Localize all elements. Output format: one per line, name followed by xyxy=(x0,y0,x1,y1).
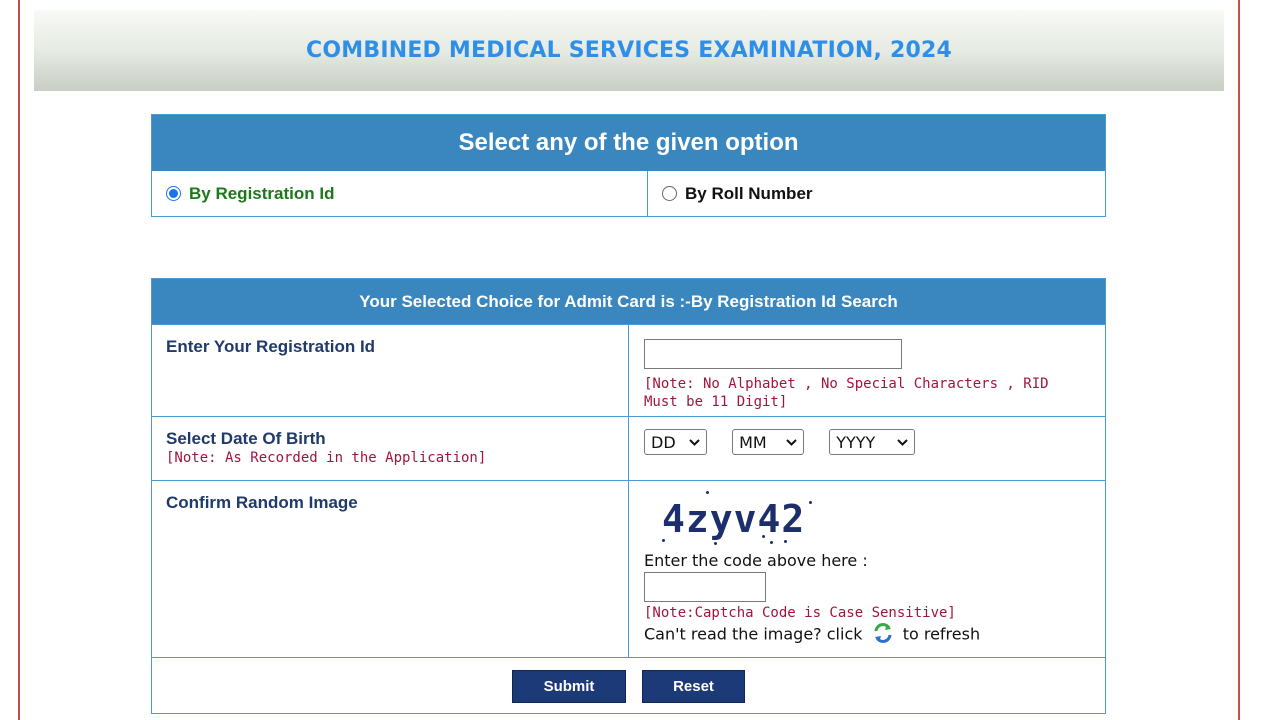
option-by-roll[interactable]: By Roll Number xyxy=(648,171,1105,216)
option-selector: Select any of the given option By Regist… xyxy=(151,114,1106,217)
captcha-image: 4zyv42 xyxy=(644,487,814,545)
submit-button[interactable]: Submit xyxy=(512,669,626,703)
captcha-prompt: Enter the code above here : xyxy=(644,551,868,570)
refresh-suffix: to refresh xyxy=(902,624,981,644)
frame-border-left xyxy=(18,0,20,720)
page-title: COMBINED MEDICAL SERVICES EXAMINATION, 2… xyxy=(306,38,952,63)
admit-card-form: Your Selected Choice for Admit Card is :… xyxy=(151,278,1106,714)
captcha-label-cell: Confirm Random Image xyxy=(152,481,629,657)
captcha-row: Confirm Random Image 4zyv42 Enter the co… xyxy=(152,481,1105,658)
dob-label-cell: Select Date Of Birth [Note: As Recorded … xyxy=(152,417,629,480)
chevron-down-icon xyxy=(689,436,700,449)
registration-row: Enter Your Registration Id [Note: No Alp… xyxy=(152,325,1105,417)
header-band: COMBINED MEDICAL SERVICES EXAMINATION, 2… xyxy=(34,10,1224,91)
refresh-line: Can't read the image? click to refresh xyxy=(644,622,1105,648)
dob-year-value: YYYY xyxy=(836,432,876,452)
captcha-cell: 4zyv42 Enter the code above here : [Note… xyxy=(629,481,1105,657)
registration-id-input[interactable] xyxy=(644,339,902,369)
option-row: By Registration Id By Roll Number xyxy=(152,171,1105,216)
chevron-down-icon xyxy=(897,436,908,449)
reset-button[interactable]: Reset xyxy=(642,669,745,703)
registration-input-cell: [Note: No Alphabet , No Special Characte… xyxy=(629,325,1105,416)
refresh-prefix: Can't read the image? click xyxy=(644,624,863,644)
captcha-note: [Note:Captcha Code is Case Sensitive] xyxy=(644,605,956,621)
captcha-input[interactable] xyxy=(644,572,766,602)
dob-label: Select Date Of Birth xyxy=(166,429,326,448)
dob-select-cell: DD MM YYYY xyxy=(629,417,1105,480)
dob-day-value: DD xyxy=(651,432,676,452)
dob-day-select[interactable]: DD xyxy=(644,429,707,455)
option-by-registration-label: By Registration Id xyxy=(189,183,335,203)
captcha-code: 4zyv42 xyxy=(662,497,806,541)
option-heading: Select any of the given option xyxy=(152,115,1105,171)
registration-note: [Note: No Alphabet , No Special Characte… xyxy=(644,376,1049,410)
option-by-roll-label: By Roll Number xyxy=(685,183,813,203)
dob-year-select[interactable]: YYYY xyxy=(829,429,916,455)
chevron-down-icon xyxy=(786,436,797,449)
dob-note: [Note: As Recorded in the Application] xyxy=(166,450,487,466)
dob-row: Select Date Of Birth [Note: As Recorded … xyxy=(152,417,1105,481)
captcha-label: Confirm Random Image xyxy=(166,493,358,512)
form-heading: Your Selected Choice for Admit Card is :… xyxy=(152,279,1105,325)
dob-month-value: MM xyxy=(739,432,767,452)
actions-row: Submit Reset xyxy=(152,658,1105,714)
option-by-registration[interactable]: By Registration Id xyxy=(152,171,648,216)
registration-label: Enter Your Registration Id xyxy=(166,337,376,356)
radio-by-registration[interactable] xyxy=(166,186,181,201)
dob-month-select[interactable]: MM xyxy=(732,429,805,455)
frame-border-right xyxy=(1238,0,1240,720)
refresh-icon[interactable] xyxy=(872,622,894,648)
registration-label-cell: Enter Your Registration Id xyxy=(152,325,629,416)
radio-by-roll[interactable] xyxy=(662,186,677,201)
